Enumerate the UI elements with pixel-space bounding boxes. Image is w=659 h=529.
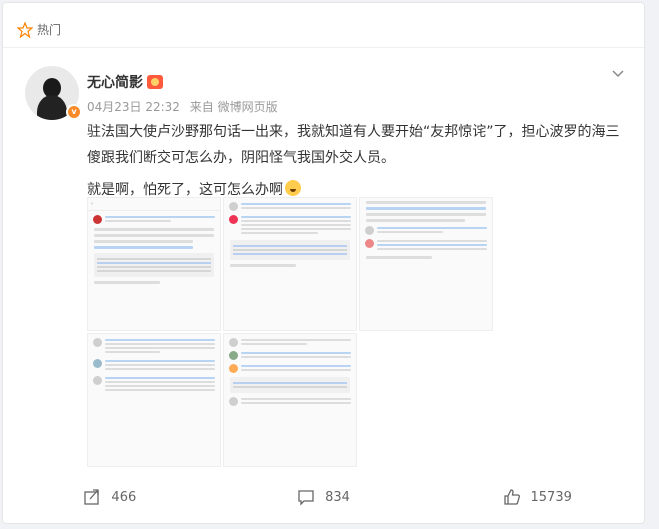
- post-meta: 04月23日 22:32 来自 微博网页版: [87, 98, 284, 115]
- hot-section-label: 热门: [37, 23, 62, 37]
- author-name[interactable]: 无心简影: [87, 72, 143, 92]
- comment-icon: [298, 490, 314, 506]
- comment-count: 834: [325, 489, 350, 505]
- action-bar: 466 834 15739: [3, 477, 644, 517]
- post-date[interactable]: 04月23日 22:32: [87, 100, 180, 114]
- member-badge-icon[interactable]: [147, 75, 163, 89]
- header-divider: [3, 47, 644, 48]
- post-image-1[interactable]: ‹: [87, 197, 221, 331]
- image-grid: ‹: [87, 197, 493, 469]
- verified-badge-icon: v: [66, 104, 82, 120]
- like-count: 15739: [530, 489, 572, 505]
- post-source: 来自 微博网页版: [189, 100, 278, 114]
- like-button[interactable]: 15739: [430, 477, 644, 517]
- post-image-4[interactable]: [87, 333, 221, 467]
- chevron-down-icon[interactable]: [610, 65, 626, 81]
- repost-button[interactable]: 466: [3, 477, 217, 517]
- post-text: 驻法国大使卢沙野那句话一出来，我就知道有人要开始“友邦惊诧”了，担心波罗的海三傻…: [87, 119, 627, 203]
- post-text-paragraph-1: 驻法国大使卢沙野那句话一出来，我就知道有人要开始“友邦惊诧”了，担心波罗的海三傻…: [87, 124, 620, 166]
- thumbs-up-icon: [503, 489, 520, 505]
- repost-count: 466: [111, 489, 137, 505]
- author-row: 无心简影: [87, 72, 163, 92]
- post-image-2[interactable]: [223, 197, 357, 331]
- post-image-3[interactable]: [359, 197, 493, 331]
- weibo-post-card: 热门 v 无心简影 04月23日 22:32 来自 微博网页版 驻法国大使卢沙野…: [2, 2, 645, 524]
- hot-badge-icon: [17, 21, 33, 38]
- hot-section-header: 热门: [17, 21, 61, 38]
- comment-button[interactable]: 834: [217, 477, 431, 517]
- share-icon: [84, 489, 100, 505]
- post-text-line-2: 就是啊，怕死了，这可怎么办啊: [87, 182, 283, 198]
- scared-emoji-icon: [285, 180, 301, 196]
- post-image-5[interactable]: [223, 333, 357, 467]
